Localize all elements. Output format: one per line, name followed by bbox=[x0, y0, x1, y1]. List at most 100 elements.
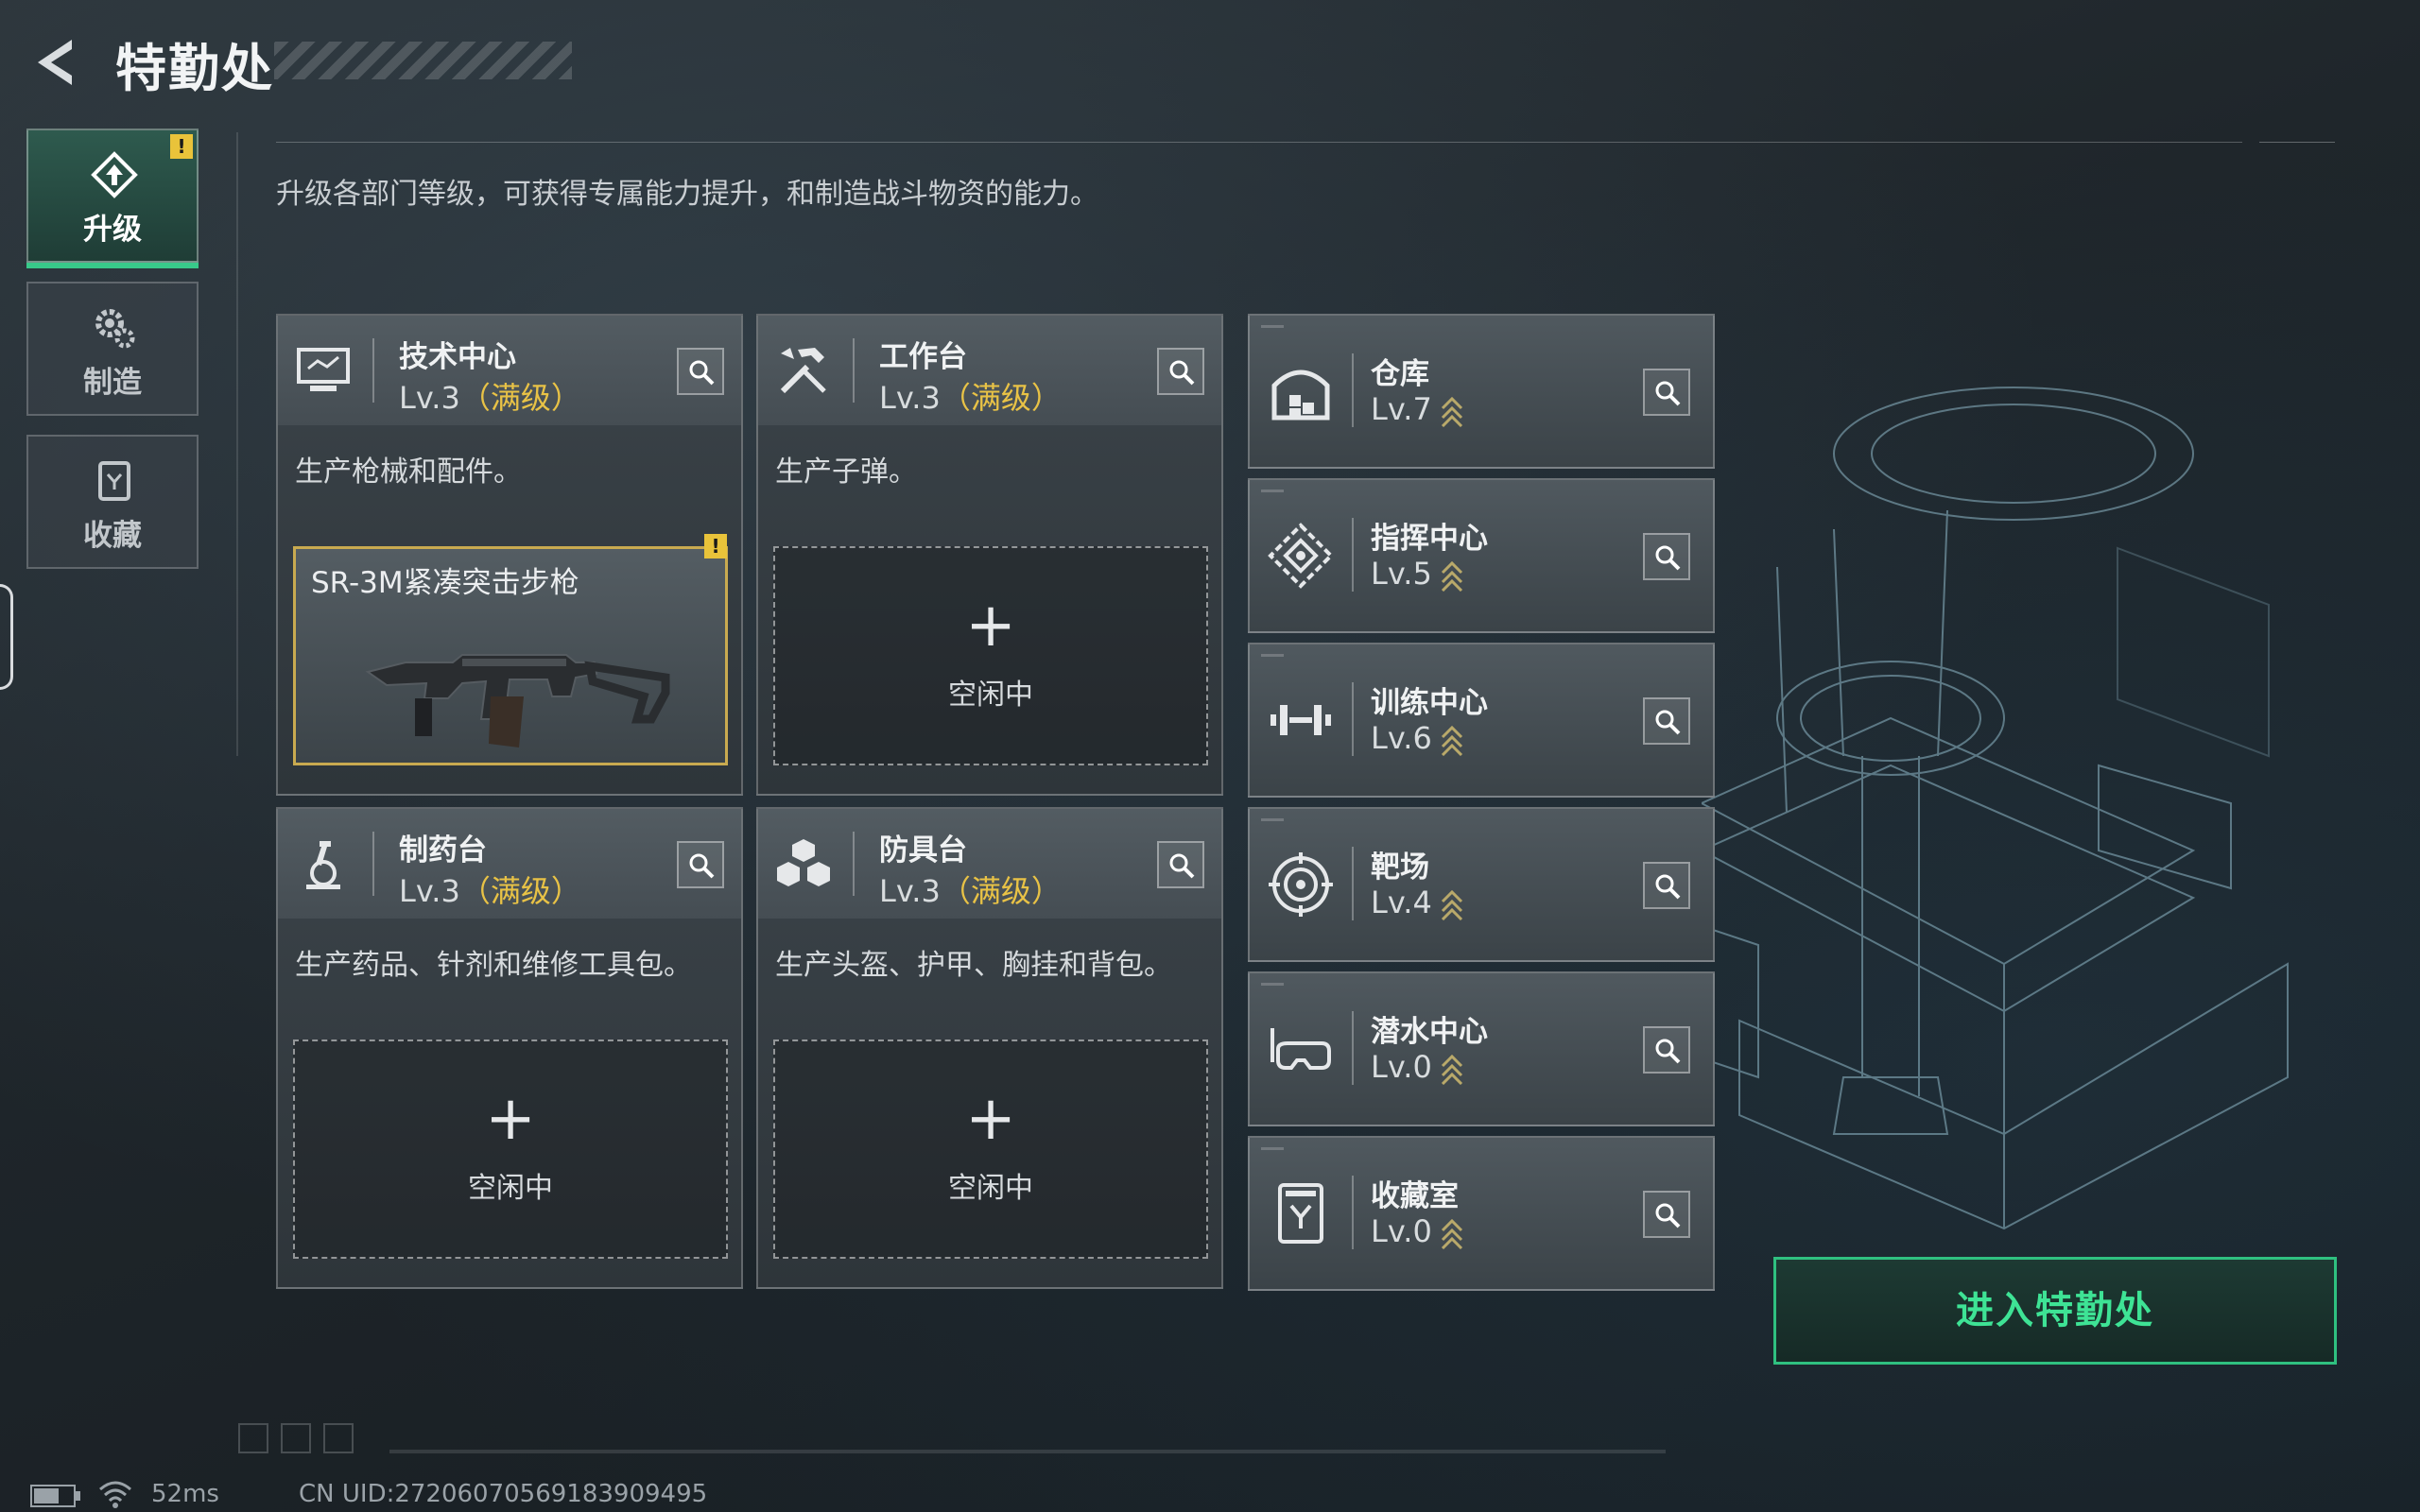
card-header: 制药台 Lv.3（满级） bbox=[278, 809, 741, 919]
tab-collection-label: 收藏 bbox=[83, 519, 142, 553]
facility-name: 仓库 bbox=[1371, 357, 1429, 391]
facility-level: Lv.0 bbox=[1371, 1213, 1464, 1249]
department-card-pharmacy[interactable]: 制药台 Lv.3（满级） 生产药品、针剂和维修工具包。 + 空闲中 bbox=[276, 807, 743, 1289]
search-icon bbox=[1655, 710, 1681, 735]
training-center-icon bbox=[1270, 705, 1331, 735]
upgrade-arrows-icon bbox=[1441, 1054, 1462, 1085]
inspect-button[interactable] bbox=[1643, 1026, 1690, 1074]
item-name: SR-3M紧凑突击步枪 bbox=[311, 566, 579, 600]
facility-name: 训练中心 bbox=[1371, 686, 1488, 720]
pharmacy-icon bbox=[306, 841, 340, 889]
decor-mark bbox=[1261, 490, 1284, 492]
armor-bench-icon bbox=[777, 839, 830, 886]
tab-craft-label: 制造 bbox=[83, 366, 142, 400]
search-icon bbox=[1655, 545, 1681, 571]
card-header: 工作台 Lv.3（满级） bbox=[758, 316, 1221, 425]
collection-icon bbox=[98, 461, 130, 501]
slot-status: 空闲中 bbox=[948, 1172, 1033, 1205]
decor-mark bbox=[1261, 983, 1284, 986]
ping-text: 52ms bbox=[151, 1480, 219, 1508]
production-slot[interactable]: SR-3M紧凑突击步枪 ! bbox=[293, 534, 728, 765]
decor-mark bbox=[1261, 654, 1284, 657]
facility-name: 收藏室 bbox=[1371, 1179, 1459, 1213]
divider bbox=[853, 338, 855, 403]
warehouse-icon bbox=[1271, 369, 1330, 421]
divider bbox=[1352, 518, 1354, 592]
shooting-range-icon bbox=[1269, 852, 1333, 917]
facility-warehouse[interactable]: 仓库 Lv.7 bbox=[1248, 314, 1715, 469]
card-header: 技术中心 Lv.3（满级） bbox=[278, 316, 741, 425]
facility-shooting-range[interactable]: 靶场 Lv.4 bbox=[1248, 807, 1715, 962]
upgrade-arrows-icon bbox=[1441, 396, 1462, 427]
facility-level: Lv.7 bbox=[1371, 391, 1464, 427]
department-description: 生产药品、针剂和维修工具包。 bbox=[295, 949, 692, 982]
inspect-button[interactable] bbox=[1643, 697, 1690, 745]
department-name: 制药台 bbox=[399, 833, 487, 868]
divider bbox=[853, 832, 855, 896]
card-header: 防具台 Lv.3（满级） bbox=[758, 809, 1221, 919]
facility-wireframe-illustration bbox=[1702, 387, 2289, 1230]
tab-collection[interactable]: 收藏 bbox=[26, 435, 199, 569]
production-slot-empty[interactable]: + 空闲中 bbox=[773, 1040, 1208, 1259]
department-card-workbench[interactable]: 工作台 Lv.3（满级） 生产子弹。 + 空闲中 bbox=[756, 314, 1223, 796]
search-icon bbox=[1655, 381, 1681, 406]
title-decoration bbox=[274, 42, 572, 79]
divider bbox=[2259, 142, 2335, 143]
divider bbox=[276, 142, 2242, 143]
upgrade-arrows-icon bbox=[1441, 1218, 1462, 1249]
tab-craft[interactable]: 制造 bbox=[26, 282, 199, 416]
wifi-icon bbox=[99, 1481, 131, 1508]
department-name: 技术中心 bbox=[399, 340, 516, 374]
facility-name: 指挥中心 bbox=[1371, 522, 1488, 556]
tab-upgrade[interactable]: 升级 ! bbox=[26, 129, 199, 268]
facility-level: Lv.4 bbox=[1371, 885, 1464, 920]
inspect-button[interactable] bbox=[1157, 841, 1204, 888]
department-card-armor-bench[interactable]: 防具台 Lv.3（满级） 生产头盔、护甲、胸挂和背包。 + 空闲中 bbox=[756, 807, 1223, 1289]
department-description: 生产子弹。 bbox=[775, 455, 917, 489]
inspect-button[interactable] bbox=[677, 841, 724, 888]
enter-special-ops-button[interactable]: 进入特勤处 bbox=[1773, 1257, 2337, 1365]
department-description: 生产头盔、护甲、胸挂和背包。 bbox=[775, 949, 1172, 982]
facility-collection-room[interactable]: 收藏室 Lv.0 bbox=[1248, 1136, 1715, 1291]
upgrade-arrows-icon bbox=[1441, 560, 1462, 592]
inspect-button[interactable] bbox=[1157, 348, 1204, 395]
facility-training-center[interactable]: 训练中心 Lv.6 bbox=[1248, 643, 1715, 798]
plus-icon: + bbox=[485, 1084, 536, 1154]
search-icon bbox=[1655, 874, 1681, 900]
divider bbox=[372, 832, 374, 896]
department-level: Lv.3（满级） bbox=[879, 380, 1062, 416]
battery-icon bbox=[30, 1485, 80, 1507]
inspect-button[interactable] bbox=[1643, 533, 1690, 580]
facility-command-center[interactable]: 指挥中心 Lv.5 bbox=[1248, 478, 1715, 633]
collection-room-icon bbox=[1278, 1183, 1323, 1244]
diving-center-icon bbox=[1270, 1028, 1331, 1070]
inspect-button[interactable] bbox=[677, 348, 724, 395]
side-drawer-handle[interactable] bbox=[0, 584, 13, 690]
back-arrow-icon[interactable] bbox=[26, 34, 83, 91]
department-level: Lv.3（满级） bbox=[879, 873, 1062, 909]
decor-mark bbox=[1261, 818, 1284, 821]
department-name: 工作台 bbox=[879, 340, 967, 374]
department-card-tech-center[interactable]: 技术中心 Lv.3（满级） 生产枪械和配件。 SR-3M紧凑突击步枪 ! bbox=[276, 314, 743, 796]
production-slot-empty[interactable]: + 空闲中 bbox=[773, 546, 1208, 765]
slot-status: 空闲中 bbox=[468, 1172, 553, 1205]
inspect-button[interactable] bbox=[1643, 862, 1690, 909]
footer-decor-icons bbox=[238, 1423, 354, 1453]
department-level: Lv.3（满级） bbox=[399, 873, 581, 909]
decor-mark bbox=[1261, 1147, 1284, 1150]
inspect-button[interactable] bbox=[1643, 1191, 1690, 1238]
facility-name: 潜水中心 bbox=[1371, 1015, 1488, 1049]
alert-badge: ! bbox=[170, 134, 193, 159]
plus-icon: + bbox=[965, 1084, 1016, 1154]
divider bbox=[1352, 1011, 1354, 1085]
production-slot-empty[interactable]: + 空闲中 bbox=[293, 1040, 728, 1259]
page-subtitle: 升级各部门等级，可获得专属能力提升，和制造战斗物资的能力。 bbox=[276, 178, 1098, 211]
tab-upgrade-label: 升级 bbox=[83, 213, 142, 247]
department-description: 生产枪械和配件。 bbox=[295, 455, 522, 489]
facility-name: 靶场 bbox=[1371, 850, 1429, 885]
workbench-icon bbox=[780, 348, 826, 394]
inspect-button[interactable] bbox=[1643, 369, 1690, 416]
active-indicator bbox=[26, 263, 199, 268]
facility-diving-center[interactable]: 潜水中心 Lv.0 bbox=[1248, 971, 1715, 1126]
facility-level: Lv.6 bbox=[1371, 720, 1464, 756]
